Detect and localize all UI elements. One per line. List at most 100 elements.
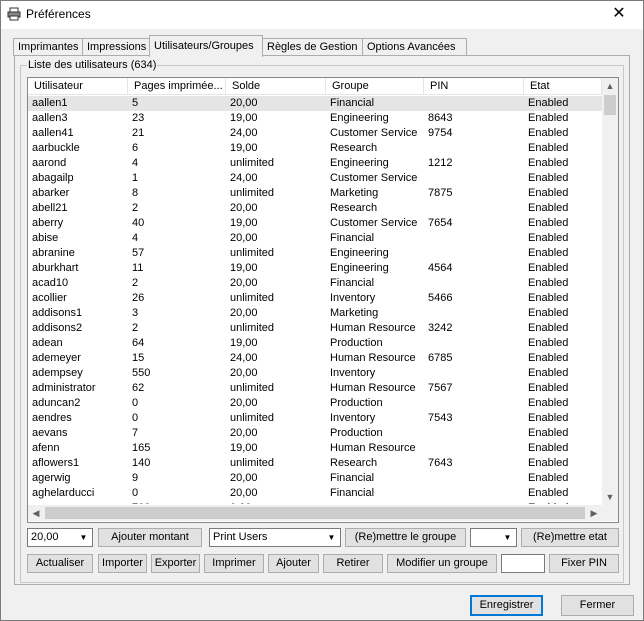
cell-utilisateur: aberry xyxy=(32,217,64,229)
table-row[interactable]: aendres 0 unlimited Inventory 7543 Enabled xyxy=(28,411,602,426)
table-row[interactable]: ademeyer 15 24,00 Human Resource 6785 Enabled xyxy=(28,351,602,366)
add-user-button[interactable]: Ajouter xyxy=(268,554,319,573)
table-row[interactable]: afenn 165 19,00 Human Resource Enabled xyxy=(28,441,602,456)
table-row[interactable]: agerwig 9 20,00 Financial Enabled xyxy=(28,471,602,486)
cell-groupe: Customer Service xyxy=(330,217,418,229)
cell-utilisateur: aflowers1 xyxy=(32,457,80,469)
title-bar[interactable]: Préférences ✕ xyxy=(1,1,643,29)
column-header-etat[interactable]: Etat xyxy=(524,78,602,95)
table-row[interactable]: addisons1 3 20,00 Marketing Enabled xyxy=(28,306,602,321)
cell-solde: unlimited xyxy=(230,247,275,259)
close-window-button[interactable]: ✕ xyxy=(596,1,642,29)
cell-pin xyxy=(424,231,524,246)
cell-pin: 3242 xyxy=(428,322,453,334)
arrow-left-icon[interactable]: ◀ xyxy=(28,505,44,521)
state-combo[interactable]: ▼ xyxy=(470,528,517,547)
cell-pages: 15 xyxy=(132,352,145,364)
table-row[interactable]: abise 4 20,00 Financial Enabled xyxy=(28,231,602,246)
set-pin-button[interactable]: Fixer PIN xyxy=(549,554,619,573)
cell-pin xyxy=(424,336,524,351)
vertical-scroll-thumb[interactable] xyxy=(604,95,616,115)
cell-solde: 24,00 xyxy=(230,352,258,364)
tab-utilisateurs-groupes[interactable]: Utilisateurs/Groupes xyxy=(149,35,263,57)
table-row[interactable]: aallen1 5 20,00 Financial Enabled xyxy=(28,96,602,111)
cell-etat: Enabled xyxy=(528,262,569,274)
cell-solde: 19,00 xyxy=(230,337,258,349)
table-row[interactable]: aevans 7 20,00 Production Enabled xyxy=(28,426,602,441)
table-row[interactable]: aallen41 21 24,00 Customer Service 9754 Enabl… xyxy=(28,126,602,141)
chevron-down-icon[interactable]: ▼ xyxy=(76,530,91,545)
cell-pin: 7543 xyxy=(428,412,453,424)
table-row[interactable]: abranine 57 unlimited Engineering Enabled xyxy=(28,246,602,261)
reset-state-button[interactable]: (Re)mettre etat xyxy=(521,528,619,547)
cell-etat: Enabled xyxy=(528,112,569,124)
table-row[interactable]: aarbuckle 6 19,00 Research Enabled xyxy=(28,141,602,156)
table-row[interactable]: aallen3 23 19,00 Engineering 8643 Enabled xyxy=(28,111,602,126)
cell-utilisateur: adean xyxy=(32,337,63,349)
cell-solde: 19,00 xyxy=(230,262,258,274)
tab-options-avancees[interactable]: Options Avancées xyxy=(362,38,467,56)
column-header-groupe[interactable]: Groupe xyxy=(326,78,424,95)
table-row[interactable]: aduncan2 0 20,00 Production Enabled xyxy=(28,396,602,411)
cell-utilisateur: aghelarducci xyxy=(32,487,95,499)
cell-utilisateur: aendres xyxy=(32,412,72,424)
amount-combo[interactable]: 20,00 ▼ xyxy=(27,528,93,547)
cell-solde: unlimited xyxy=(230,157,275,169)
print-button[interactable]: Imprimer xyxy=(204,554,264,573)
refresh-button[interactable]: Actualiser xyxy=(27,554,93,573)
chevron-down-icon[interactable]: ▼ xyxy=(324,530,339,545)
window-title: Préférences xyxy=(26,7,91,21)
add-amount-button[interactable]: Ajouter montant xyxy=(98,528,202,547)
user-list[interactable]: Utilisateur Pages imprimée... Solde Grou… xyxy=(27,77,619,523)
table-row[interactable]: acad10 2 20,00 Financial Enabled xyxy=(28,276,602,291)
cell-etat: Enabled xyxy=(528,307,569,319)
table-row[interactable]: acollier 26 unlimited Inventory 5466 Enabled xyxy=(28,291,602,306)
reset-group-button[interactable]: (Re)mettre le groupe xyxy=(345,528,466,547)
pin-input[interactable] xyxy=(501,554,545,573)
cell-pin xyxy=(424,276,524,291)
table-row[interactable]: adean 64 19,00 Production Enabled xyxy=(28,336,602,351)
table-row[interactable]: adempsey 550 20,00 Inventory Enabled xyxy=(28,366,602,381)
close-icon: ✕ xyxy=(612,5,626,22)
cell-pin xyxy=(424,471,524,486)
cell-pages: 6 xyxy=(132,142,139,154)
cell-etat: Enabled xyxy=(528,292,569,304)
table-row[interactable]: abarker 8 unlimited Marketing 7875 Enabled xyxy=(28,186,602,201)
remove-user-button[interactable]: Retirer xyxy=(323,554,383,573)
arrow-up-icon[interactable]: ▲ xyxy=(602,78,618,94)
table-row[interactable]: abell21 2 20,00 Research Enabled xyxy=(28,201,602,216)
print-users-combo[interactable]: Print Users ▼ xyxy=(209,528,341,547)
column-header-pages[interactable]: Pages imprimée... xyxy=(128,78,226,95)
arrow-down-icon[interactable]: ▼ xyxy=(602,489,618,505)
tab-impressions[interactable]: Impressions xyxy=(82,38,156,56)
save-button[interactable]: Enregistrer xyxy=(470,595,543,616)
cell-groupe: Research xyxy=(330,142,378,154)
table-row[interactable]: aghelarducci 0 20,00 Financial Enabled xyxy=(28,486,602,501)
close-button[interactable]: Fermer xyxy=(561,595,634,616)
table-row[interactable]: aflowers1 140 unlimited Research 7643 Enabled xyxy=(28,456,602,471)
column-header-pin[interactable]: PIN xyxy=(424,78,524,95)
table-row[interactable]: aberry 40 19,00 Customer Service 7654 Enabled xyxy=(28,216,602,231)
cell-etat: Enabled xyxy=(528,127,569,139)
cell-utilisateur: adempsey xyxy=(32,367,83,379)
horizontal-scroll-thumb[interactable] xyxy=(45,507,585,519)
arrow-right-icon[interactable]: ▶ xyxy=(586,505,602,521)
amount-value: 20,00 xyxy=(31,531,59,543)
tab-regles-de-gestion[interactable]: Règles de Gestion xyxy=(262,38,367,56)
column-header-solde[interactable]: Solde xyxy=(226,78,326,95)
table-row[interactable]: 7000,00 Enabled xyxy=(28,501,602,504)
horizontal-scrollbar[interactable]: ◀ ▶ xyxy=(28,505,602,521)
chevron-down-icon[interactable]: ▼ xyxy=(500,530,515,545)
import-button[interactable]: Importer xyxy=(98,554,147,573)
cell-pin xyxy=(424,246,524,261)
table-row[interactable]: aarond 4 unlimited Engineering 1212 Enabled xyxy=(28,156,602,171)
vertical-scrollbar[interactable]: ▲ ▼ xyxy=(602,78,618,505)
table-row[interactable]: abagailp 1 24,00 Customer Service Enabled xyxy=(28,171,602,186)
edit-group-button[interactable]: Modifier un groupe xyxy=(387,554,497,573)
table-row[interactable]: administrator 62 unlimited Human Resource 75… xyxy=(28,381,602,396)
table-row[interactable]: aburkhart 11 19,00 Engineering 4564 Enabled xyxy=(28,261,602,276)
tab-imprimantes[interactable]: Imprimantes xyxy=(13,38,85,56)
export-button[interactable]: Exporter xyxy=(151,554,200,573)
table-row[interactable]: addisons2 2 unlimited Human Resource 3242 Ena… xyxy=(28,321,602,336)
column-header-utilisateur[interactable]: Utilisateur xyxy=(28,78,128,95)
